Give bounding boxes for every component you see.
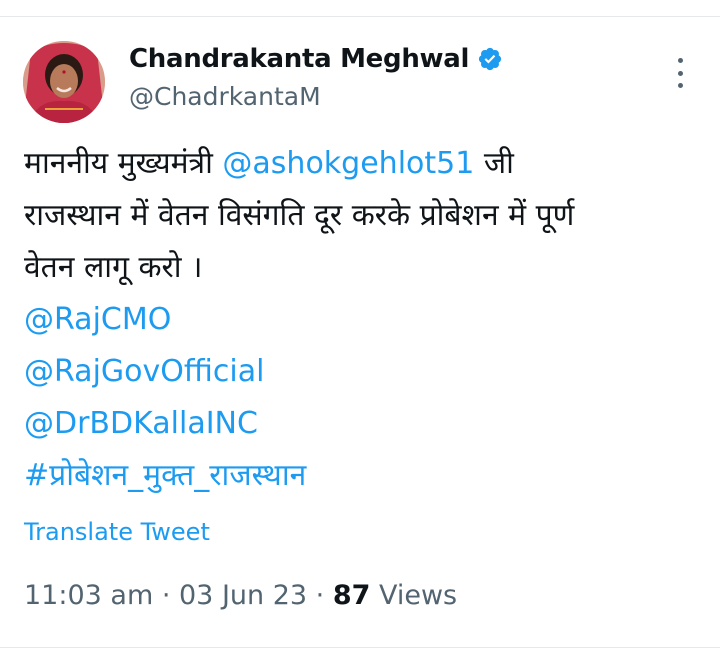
hashtag-link[interactable]: #प्रोबेशन_मुक्त_राजस्थान	[24, 450, 704, 502]
tweet-line-2: राजस्थान में वेतन विसंगति दूर करके प्रोब…	[24, 198, 575, 233]
translate-tweet-link[interactable]: Translate Tweet	[24, 518, 210, 546]
mention-link[interactable]: @DrBDKallaINC	[24, 398, 704, 450]
top-divider	[0, 16, 720, 17]
more-options-icon[interactable]	[668, 58, 692, 88]
bottom-divider	[0, 647, 720, 648]
tweet-line-3: वेतन लागू करो ।	[24, 250, 203, 285]
tweet-meta: 11:03 am · 03 Jun 23 · 87 Views	[24, 580, 457, 611]
verified-badge-icon	[479, 47, 502, 71]
views-count[interactable]: 87	[333, 580, 371, 611]
more-dot	[677, 70, 683, 76]
meta-separator: ·	[307, 580, 333, 611]
tweet-line-1: माननीय मुख्यमंत्री @ashokgehlot51 जी	[24, 138, 704, 190]
meta-separator: ·	[153, 580, 179, 611]
author-name-text[interactable]: Chandrakanta Meghwal	[129, 44, 469, 74]
profile-photo-icon	[23, 41, 105, 123]
more-dot	[677, 83, 683, 88]
author-handle[interactable]: @ChadrkantaM	[129, 82, 321, 111]
tweet-text: माननीय मुख्यमंत्री @ashokgehlot51 जी राज…	[24, 138, 704, 502]
tweet-date[interactable]: 03 Jun 23	[179, 580, 307, 611]
tweet-time[interactable]: 11:03 am	[24, 580, 153, 611]
author-display-name[interactable]: Chandrakanta Meghwal	[129, 44, 503, 74]
mention-link[interactable]: @RajCMO	[24, 294, 704, 346]
tweet-line-1-suffix: जी	[474, 146, 514, 181]
more-dot	[677, 58, 683, 63]
mention-link[interactable]: @RajGovOfficial	[24, 346, 704, 398]
avatar[interactable]	[23, 41, 105, 123]
tweet-line-1-text: माननीय मुख्यमंत्री	[24, 146, 223, 181]
mention-link[interactable]: @ashokgehlot51	[222, 146, 474, 181]
views-label[interactable]: Views	[370, 580, 457, 611]
